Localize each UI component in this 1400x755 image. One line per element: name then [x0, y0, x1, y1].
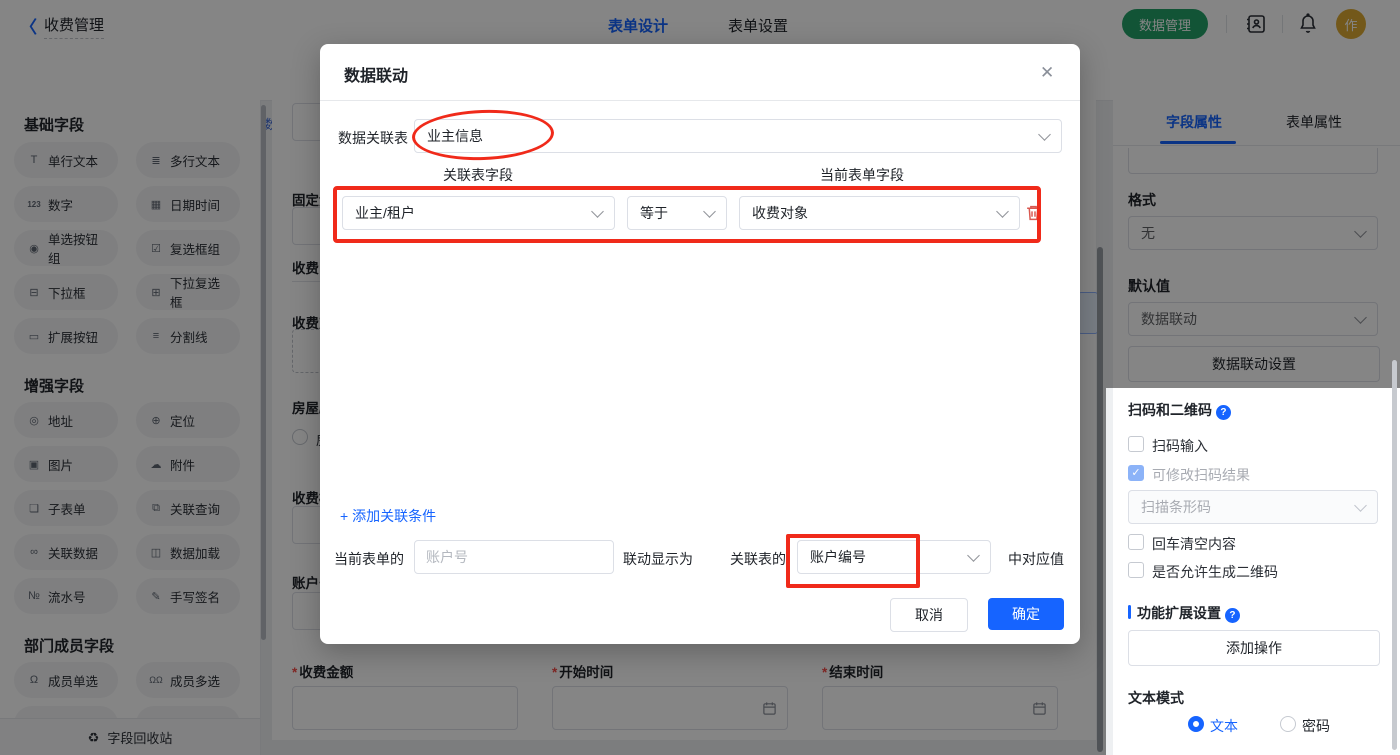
- annotation-rect-condition-row: [333, 186, 1041, 243]
- section-accent-bar: [1128, 605, 1131, 619]
- text-mode-label: 文本模式: [1128, 688, 1184, 708]
- confirm-button[interactable]: 确定: [988, 598, 1064, 630]
- editable-scan-result-checkbox[interactable]: ✓: [1128, 465, 1144, 481]
- allow-qrcode-label: 是否允许生成二维码: [1152, 562, 1278, 582]
- scan-input-label: 扫码输入: [1152, 436, 1208, 456]
- scan-input-checkbox[interactable]: [1128, 436, 1144, 452]
- text-mode-radio-password-label: 密码: [1302, 716, 1330, 736]
- question-icon[interactable]: ?: [1225, 608, 1240, 623]
- text-mode-radio-password[interactable]: [1280, 716, 1296, 732]
- close-icon[interactable]: ✕: [1040, 63, 1054, 83]
- allow-qrcode-checkbox[interactable]: [1128, 562, 1144, 578]
- column-header-link-field: 关联表字段: [443, 165, 513, 185]
- editable-scan-result-label: 可修改扫码结果: [1152, 465, 1250, 485]
- enter-clear-checkbox[interactable]: [1128, 534, 1144, 550]
- ext-section-title: 功能扩展设置 ?: [1137, 603, 1240, 623]
- panel-scrollbar[interactable]: [1392, 360, 1397, 750]
- current-form-prefix: 当前表单的: [334, 549, 404, 569]
- chevron-down-icon: [1038, 128, 1051, 141]
- scan-section-title: 扫码和二维码 ?: [1128, 400, 1231, 420]
- question-icon[interactable]: ?: [1216, 405, 1231, 420]
- chevron-down-icon: [1354, 499, 1367, 512]
- divider: [320, 100, 1080, 101]
- cancel-button[interactable]: 取消: [890, 598, 968, 632]
- modal-title: 数据联动: [344, 62, 408, 86]
- add-condition-link[interactable]: + 添加关联条件: [340, 506, 436, 526]
- app-root: 〈 收费管理 表单设计 表单设置 数据管理 作 表单外链 后端脚本 数据权限 预…: [0, 0, 1400, 755]
- current-field-input[interactable]: [414, 540, 614, 574]
- enter-clear-label: 回车清空内容: [1152, 534, 1236, 554]
- link-table-label: 数据关联表: [338, 128, 408, 148]
- text-mode-radio-text[interactable]: [1188, 716, 1204, 732]
- corresponding-value-suffix: 中对应值: [1008, 549, 1064, 569]
- linkage-display-as-label: 联动显示为: [623, 549, 693, 569]
- link-table-prefix: 关联表的: [730, 549, 786, 569]
- column-header-current-field: 当前表单字段: [820, 165, 904, 185]
- barcode-select[interactable]: 扫描条形码: [1128, 490, 1378, 524]
- chevron-down-icon: [967, 549, 980, 562]
- add-action-button[interactable]: 添加操作: [1128, 630, 1380, 666]
- annotation-rect-table-field: [786, 534, 920, 588]
- text-mode-radio-text-label: 文本: [1210, 716, 1238, 736]
